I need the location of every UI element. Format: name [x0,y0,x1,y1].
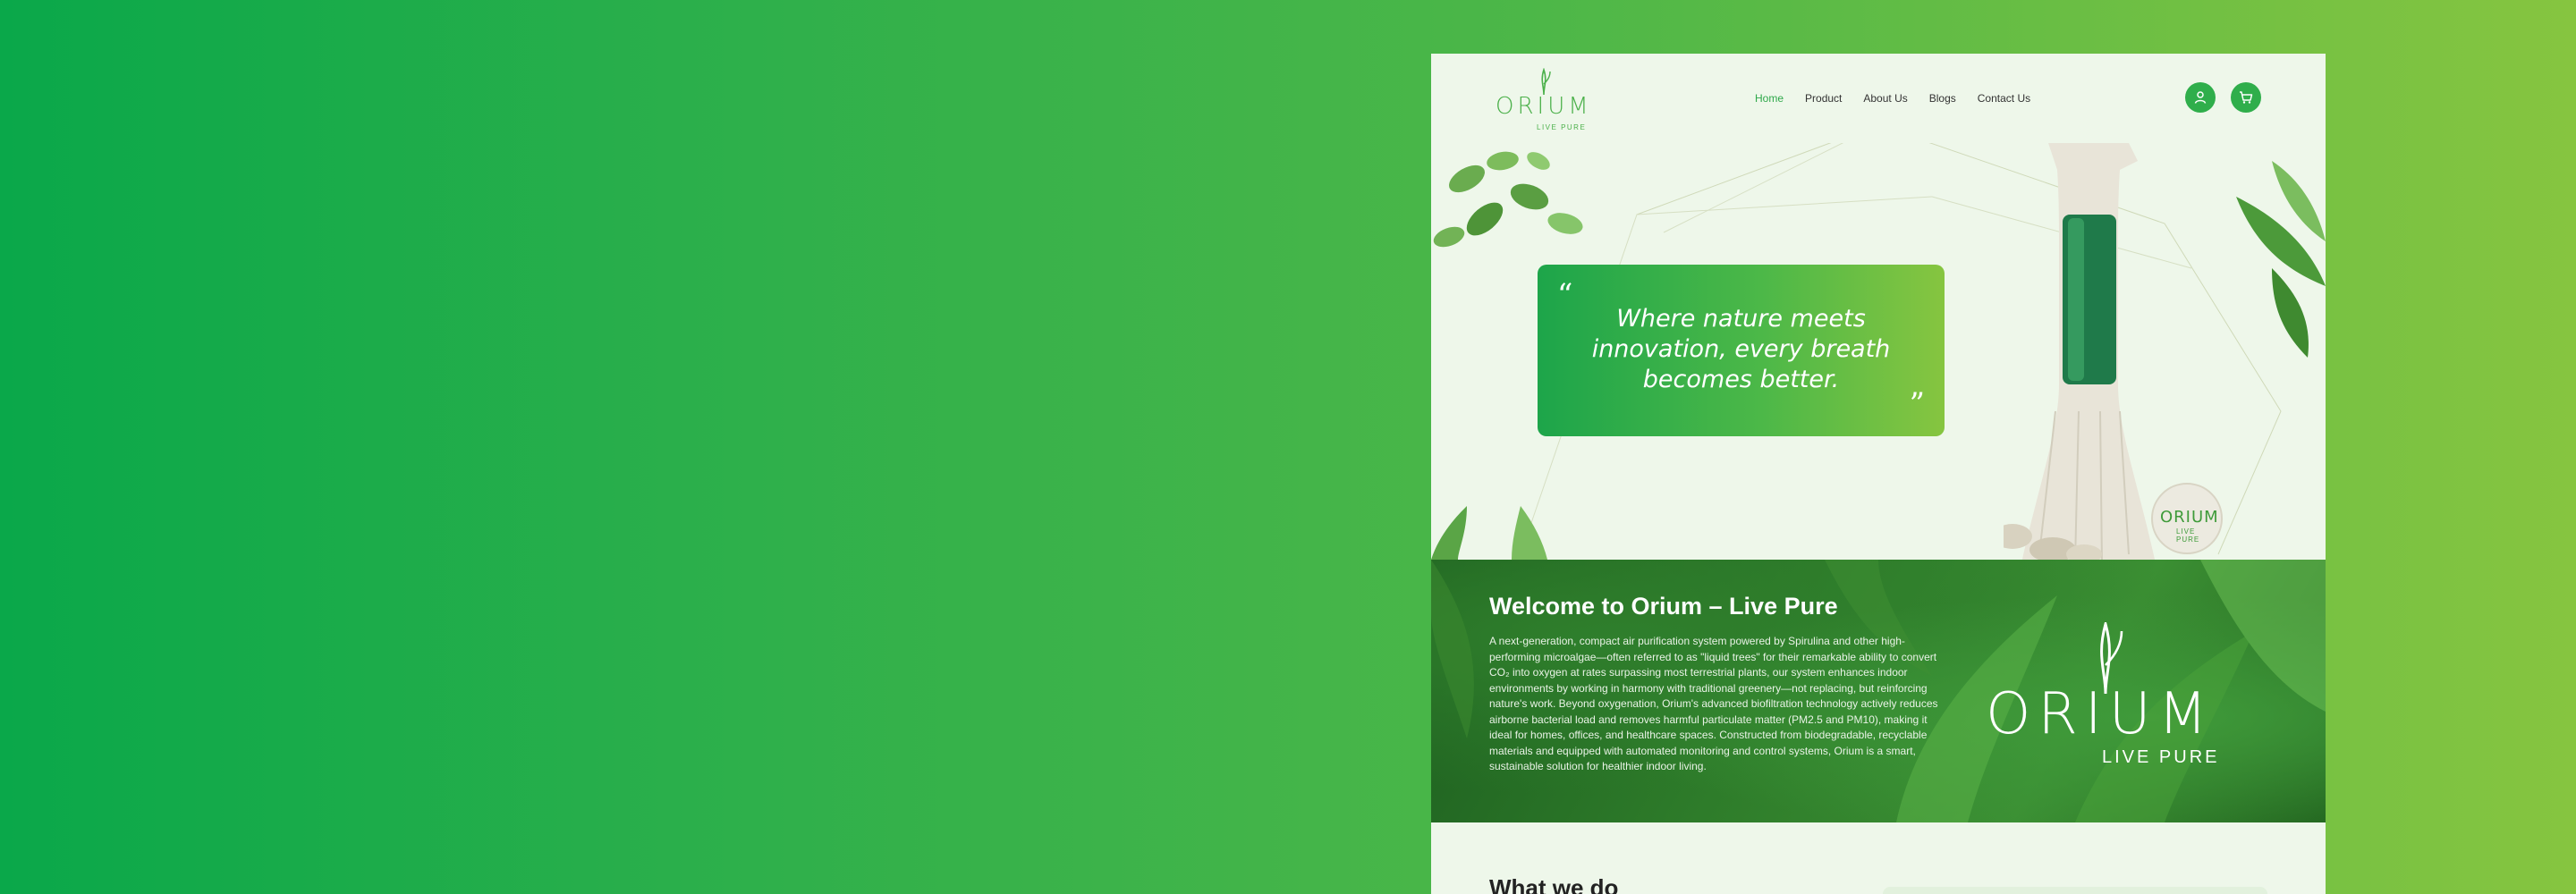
what-we-do-section: What we do [1431,822,2326,894]
section-panel [1883,887,2267,894]
welcome-logo-tagline: LIVE PURE [2102,747,2220,767]
site-header: ORIUM LIVE PURE Home Product About Us Bl… [1431,54,2326,143]
leaves-top-left [1433,151,1583,248]
leaves-right [2236,161,2326,358]
leaf-icon [1541,68,1551,95]
nav-home[interactable]: Home [1755,92,1784,105]
welcome-title: Welcome to Orium – Live Pure [1489,593,1838,620]
leaves-bottom-left [1431,506,1547,560]
welcome-logo: ORIUM LIVE PURE [1986,622,2254,774]
hero-section: ORIUM LIVE PURE “ Where nature meets inn… [1431,143,2326,563]
nav-product[interactable]: Product [1805,92,1842,105]
nav-contact-us[interactable]: Contact Us [1978,92,2030,105]
welcome-description: A next-generation, compact air purificat… [1489,635,1938,772]
account-button[interactable] [2185,82,2216,113]
welcome-section: Welcome to Orium – Live Pure A next-gene… [1431,560,2326,822]
section-title: What we do [1489,874,1619,894]
welcome-logo-word: ORIUM [1986,681,2215,747]
nav-about-us[interactable]: About Us [1863,92,1907,105]
user-icon [2194,91,2207,104]
badge-tagline: LIVE PURE [2176,527,2200,544]
cart-button[interactable] [2231,82,2261,113]
device-badge: ORIUM LIVE PURE [2151,483,2223,554]
website-frame: ORIUM LIVE PURE Home Product About Us Bl… [1431,54,2326,894]
quote-close-mark: ” [1909,386,1925,422]
logo-tagline: LIVE PURE [1537,123,1587,131]
hero-quote: Where nature meets innovation, every bre… [1591,305,1891,393]
site-logo[interactable]: ORIUM LIVE PURE [1496,68,1594,131]
quote-open-mark: “ [1557,277,1573,313]
main-nav: Home Product About Us Blogs Contact Us [1755,92,2030,105]
logo-word: ORIUM [1496,93,1592,120]
purifier-device [2004,143,2156,563]
cart-icon [2240,91,2253,104]
nav-blogs[interactable]: Blogs [1929,92,1956,105]
hero-quote-card: “ Where nature meets innovation, every b… [1538,265,1945,436]
badge-word: ORIUM [2160,508,2219,527]
